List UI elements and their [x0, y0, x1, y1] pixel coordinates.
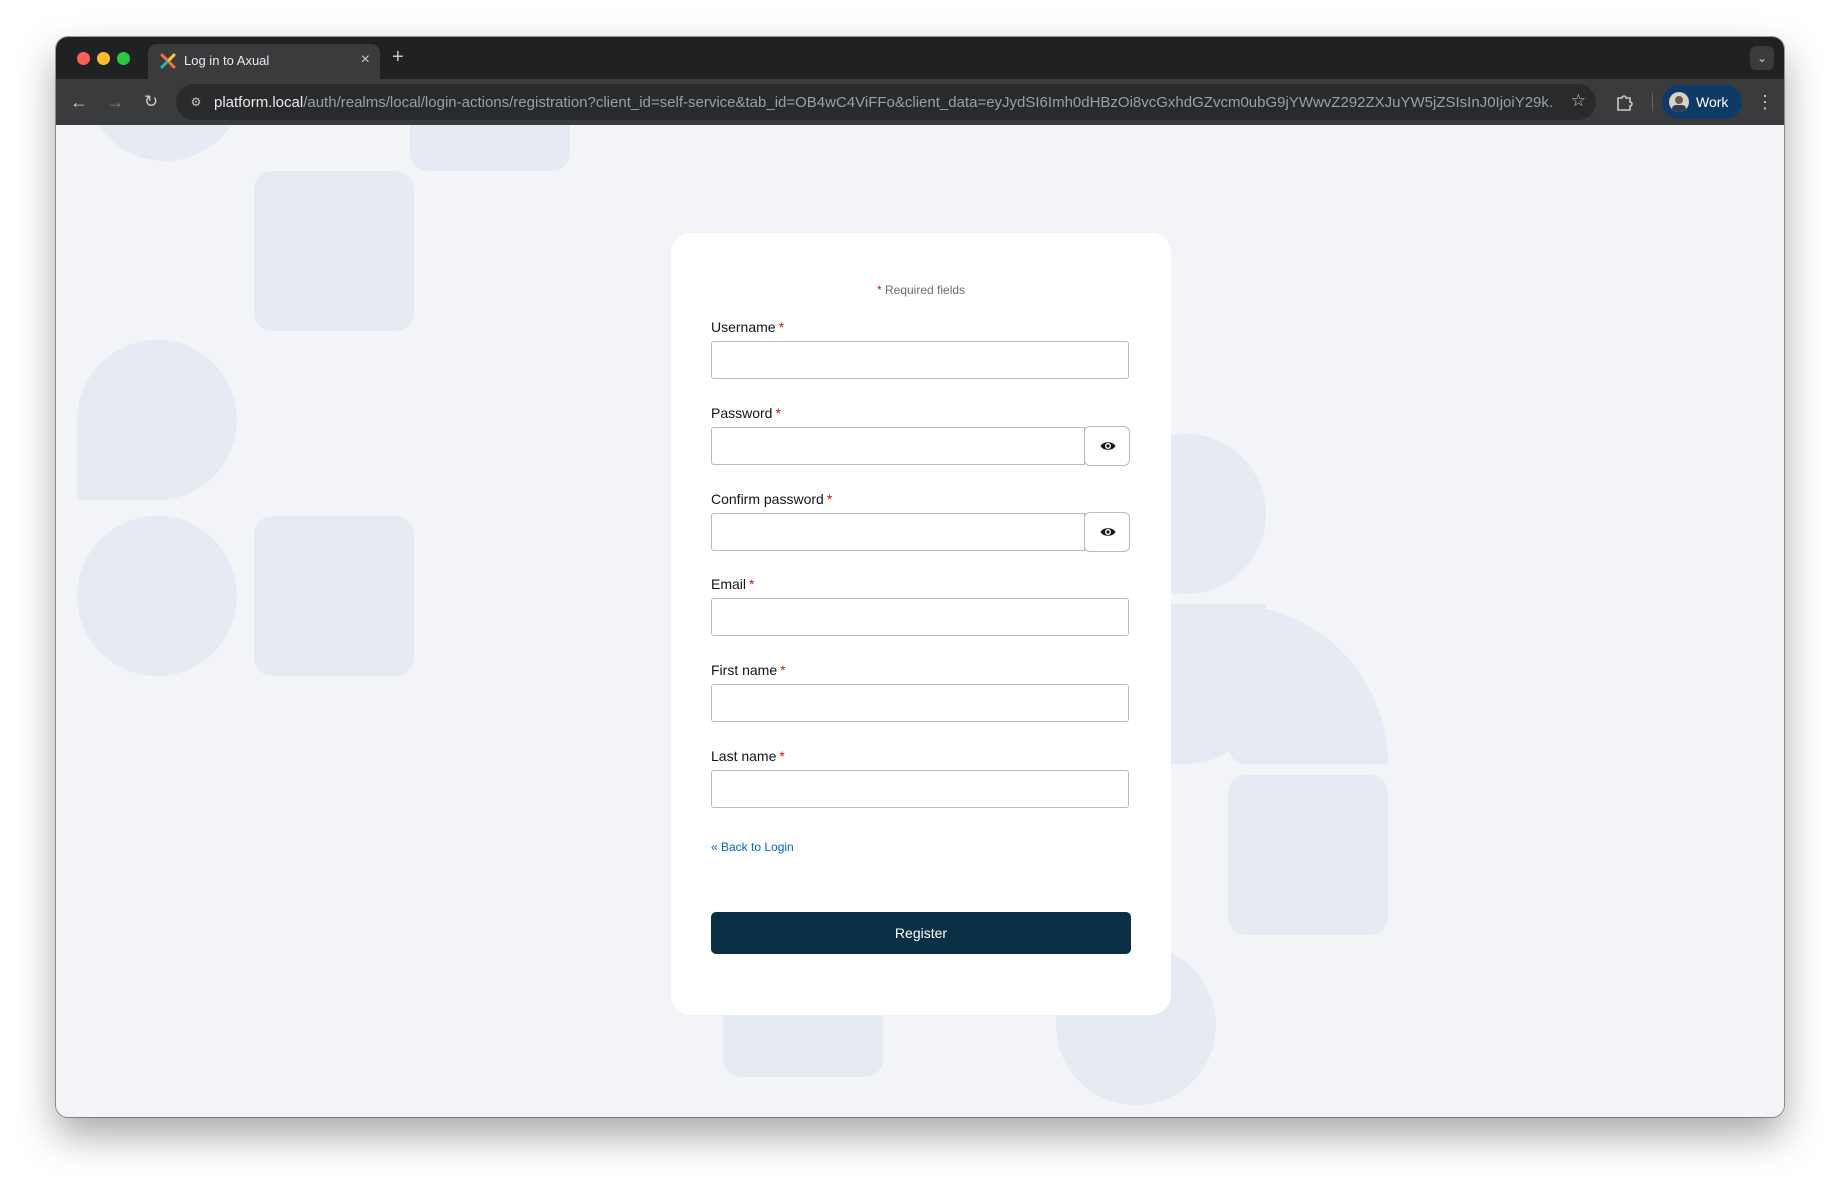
- last-name-input[interactable]: [711, 770, 1129, 808]
- background-shape: [254, 171, 414, 331]
- email-input[interactable]: [711, 598, 1129, 636]
- last-name-label: Last name *: [711, 748, 785, 764]
- url-host: platform.local: [214, 94, 304, 111]
- axual-logo-icon: [160, 53, 176, 69]
- browser-menu-icon[interactable]: ⋮: [1756, 89, 1774, 115]
- tab-bar: Log in to Axual × + ⌄: [56, 37, 1784, 79]
- required-fields-text: Required fields: [884, 283, 966, 297]
- registration-card: * Required fields Username * Password * Co…: [671, 233, 1171, 1015]
- background-shape: [410, 125, 570, 171]
- tab-title: Log in to Axual: [184, 53, 270, 68]
- background-shape: [254, 516, 414, 676]
- background-shape: [77, 516, 237, 676]
- profile-label: Work: [1696, 94, 1729, 110]
- password-input[interactable]: [711, 427, 1085, 465]
- email-label: Email *: [711, 576, 755, 592]
- username-label: Username *: [711, 319, 785, 335]
- background-shape: [85, 125, 245, 161]
- browser-tab[interactable]: Log in to Axual ×: [148, 44, 380, 79]
- minimize-window-icon[interactable]: [97, 52, 110, 65]
- confirm-password-label: Confirm password *: [711, 491, 833, 507]
- username-input[interactable]: [711, 341, 1129, 379]
- extensions-puzzle-icon[interactable]: [1614, 91, 1636, 113]
- show-password-button[interactable]: [1084, 426, 1130, 466]
- profile-button[interactable]: Work: [1662, 85, 1742, 119]
- url-text[interactable]: platform.local/auth/realms/local/login-a…: [214, 94, 1554, 111]
- password-label: Password *: [711, 405, 781, 421]
- tab-search-icon[interactable]: ⌄: [1750, 46, 1774, 70]
- avatar: [1669, 92, 1689, 112]
- background-shape: [1228, 604, 1388, 764]
- required-fields-note: * Required fields: [671, 283, 1171, 297]
- required-star: *: [876, 283, 882, 297]
- page-viewport: * Required fields Username * Password * Co…: [56, 125, 1784, 1117]
- eye-icon: [1100, 442, 1116, 450]
- eye-icon: [1100, 528, 1116, 536]
- show-confirm-password-button[interactable]: [1084, 512, 1130, 552]
- close-window-icon[interactable]: [77, 52, 90, 65]
- maximize-window-icon[interactable]: [117, 52, 130, 65]
- url-path: /auth/realms/local/login-actions/registr…: [303, 94, 1554, 111]
- reload-icon[interactable]: ↻: [138, 89, 164, 115]
- confirm-password-input[interactable]: [711, 513, 1085, 551]
- background-shape: [77, 340, 237, 500]
- back-icon[interactable]: ←: [66, 89, 92, 115]
- background-shape: [1228, 775, 1388, 935]
- site-info-icon[interactable]: ⚙: [184, 90, 208, 114]
- browser-window: Log in to Axual × + ⌄ ← → ↻ ⚙ platform.l…: [56, 37, 1784, 1117]
- browser-toolbar: ← → ↻ ⚙ platform.local/auth/realms/local…: [56, 79, 1784, 125]
- toolbar-divider: [1652, 93, 1653, 111]
- tab-close-icon[interactable]: ×: [361, 51, 370, 69]
- bookmark-star-icon[interactable]: ☆: [1571, 91, 1586, 111]
- first-name-label: First name *: [711, 662, 786, 678]
- register-button[interactable]: Register: [711, 912, 1131, 954]
- person-icon: [1672, 96, 1686, 112]
- back-to-login-link[interactable]: « Back to Login: [711, 840, 794, 854]
- forward-icon[interactable]: →: [102, 89, 128, 115]
- address-bar[interactable]: ⚙ platform.local/auth/realms/local/login…: [176, 84, 1596, 120]
- new-tab-icon[interactable]: +: [392, 46, 404, 68]
- first-name-input[interactable]: [711, 684, 1129, 722]
